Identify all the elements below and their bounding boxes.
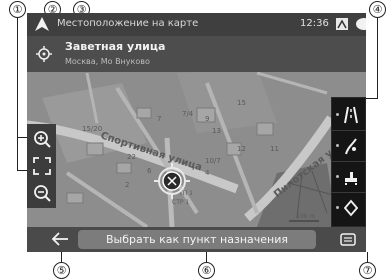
house-number: 9 [205, 115, 209, 123]
clock: 12:36 [300, 18, 329, 29]
leader-line [17, 17, 18, 171]
back-arrow-icon[interactable] [51, 232, 69, 246]
navigation-arrow-icon[interactable] [34, 16, 50, 32]
house-number: 4 [205, 169, 210, 177]
address-bar[interactable]: Заветная улица Москва, Мо Внуково [27, 36, 366, 72]
leader-line [366, 98, 377, 99]
indicator-dot [336, 206, 339, 209]
house-number: 15 [237, 99, 246, 107]
quick-menu-places-button[interactable] [332, 162, 366, 193]
house-number: 10/7 [205, 157, 221, 165]
indicator-dot [336, 113, 339, 116]
leader-line [17, 170, 27, 171]
zoom-in-button[interactable] [32, 129, 52, 149]
house-number: 22 [127, 153, 136, 161]
house-number: 2 [125, 181, 129, 189]
house-number: 7 [157, 115, 161, 123]
house-number: 12 [237, 145, 246, 153]
select-as-destination-button[interactable]: Выбрать как пункт назначения [78, 230, 316, 249]
quick-menu-waypoint-button[interactable] [332, 193, 366, 224]
road-icon [344, 106, 358, 124]
leader-line [17, 137, 27, 138]
indicator-dot [336, 144, 339, 147]
callout-5: ⑤ [53, 262, 70, 279]
zoom-controls [27, 124, 56, 208]
locality: Москва, Мо Внуково [65, 57, 150, 66]
scale-label: 100 m [296, 213, 315, 220]
callout-7: ⑦ [359, 262, 376, 279]
callout-1: ① [9, 1, 26, 18]
house-number: 13 [212, 127, 221, 135]
house-number: 6 [147, 167, 152, 175]
quick-menu-route-button[interactable] [332, 100, 366, 131]
navigation-screen: Спортивная улица Пилотская улица 15/20 7… [27, 13, 366, 252]
callout-6: ⑥ [198, 262, 215, 279]
leader-line [61, 252, 62, 262]
places-icon [345, 172, 357, 185]
gps-status-icon [336, 18, 348, 30]
indicator-dot [336, 175, 339, 178]
title-bar: Местоположение на карте 12:36 [27, 13, 366, 36]
page-title: Местоположение на карте [57, 18, 199, 29]
options-icon[interactable] [354, 17, 366, 31]
leader-line [206, 252, 207, 262]
house-number: 11 [270, 145, 279, 153]
quick-menu [331, 97, 366, 227]
location-target-icon [36, 46, 52, 62]
bottom-bar: Выбрать как пункт назначения [27, 227, 366, 252]
street-name: Заветная улица [65, 40, 166, 53]
house-number: 15/20 [82, 125, 102, 133]
fit-view-button[interactable] [32, 156, 52, 176]
house-number: 7/4 [182, 110, 194, 118]
house-number: СТР 1 [172, 199, 189, 206]
leader-line [377, 17, 378, 99]
traffic-icon [345, 138, 357, 155]
leader-line [367, 252, 368, 262]
quick-menu-traffic-button[interactable] [332, 131, 366, 162]
menu-icon[interactable] [340, 233, 356, 246]
diamond-icon [344, 199, 358, 217]
zoom-out-button[interactable] [32, 183, 52, 203]
callout-4: ④ [369, 1, 386, 18]
